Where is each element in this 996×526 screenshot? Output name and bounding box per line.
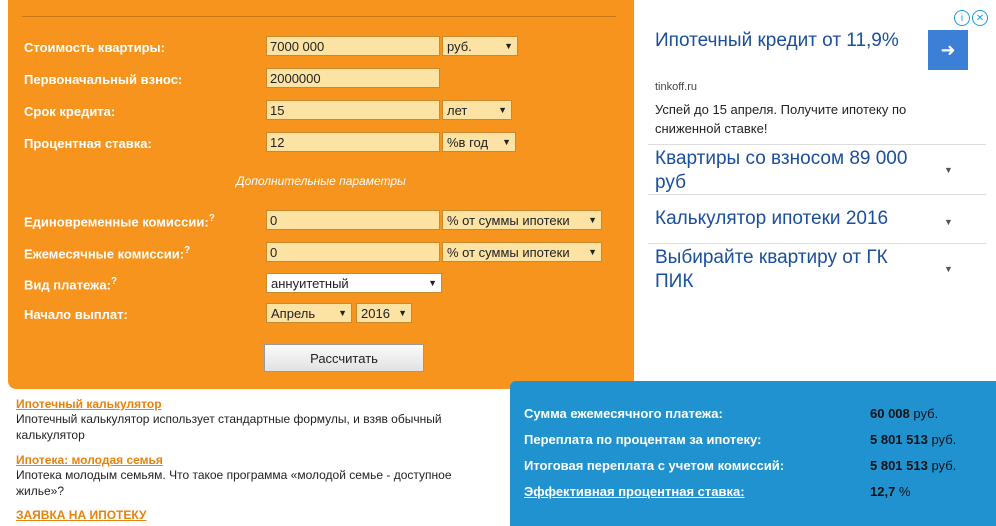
start-date-label: Начало выплат: <box>24 306 128 322</box>
result-monthly-label: Сумма ежемесячного платежа: <box>524 406 723 421</box>
help-icon[interactable]: ? <box>111 276 117 287</box>
result-overpay-label: Переплата по процентам за ипотеку: <box>524 432 762 447</box>
ad-description: Успей до 15 апреля. Получите ипотеку по … <box>655 102 907 136</box>
term-unit-select[interactable]: лет ▼ <box>442 100 512 120</box>
start-year-value: 2016 <box>361 305 390 321</box>
result-total-value: 5 801 513 руб. <box>870 458 956 473</box>
link-young-family[interactable]: Ипотека: молодая семья <box>16 453 486 467</box>
currency-select-value: руб. <box>447 38 472 54</box>
onetime-unit-value: % от суммы ипотеки <box>447 212 570 228</box>
term-input[interactable]: 15 <box>266 100 440 120</box>
currency-unit: руб. <box>931 432 957 447</box>
mortgage-calculator-panel: Стоимость квартиры: 7000 000 руб. ▼ Перв… <box>8 0 634 389</box>
link-mortgage-application[interactable]: ЗАЯВКА НА ИПОТЕКУ <box>16 508 486 522</box>
ad-domain[interactable]: tinkoff.ru <box>655 81 697 93</box>
chevron-down-icon[interactable]: ▼ <box>944 264 953 274</box>
chevron-down-icon: ▼ <box>428 278 437 288</box>
info-icon[interactable]: i <box>954 10 970 26</box>
result-effective-number: 12,7 <box>870 484 896 499</box>
chevron-down-icon: ▼ <box>588 247 597 257</box>
ad-item[interactable]: Калькулятор ипотеки 2016 ▼ <box>648 194 986 244</box>
result-effective-label[interactable]: Эффективная процентная ставка: <box>524 484 745 499</box>
payment-type-value: аннуитетный <box>271 275 349 291</box>
chevron-down-icon: ▼ <box>398 308 407 318</box>
link-young-family-text: Ипотека молодым семьям. Что такое програ… <box>16 468 452 498</box>
results-panel: Сумма ежемесячного платежа: 60 008 руб. … <box>510 381 996 526</box>
monthly-commission-input[interactable]: 0 <box>266 242 440 262</box>
help-icon[interactable]: ? <box>209 213 215 224</box>
ad-headline[interactable]: Ипотечный кредит от 11,9% <box>655 28 915 53</box>
currency-unit: руб. <box>931 458 957 473</box>
monthly-commission-text: Ежемесячные комиссии: <box>24 246 185 262</box>
payment-type-label: Вид платежа:? <box>24 276 264 292</box>
ad-item[interactable]: Квартиры со взносом 89 000 руб ▼ <box>648 144 986 195</box>
ad-choices[interactable]: i ✕ <box>954 10 988 26</box>
ad-item-title[interactable]: Выбирайте квартиру от ГК ПИК <box>655 246 925 294</box>
result-monthly-value: 60 008 руб. <box>870 406 938 421</box>
onetime-commission-text: Единовременные комиссии: <box>24 214 209 230</box>
price-input[interactable]: 7000 000 <box>266 36 440 56</box>
ad-item-title[interactable]: Квартиры со взносом 89 000 руб <box>655 147 925 195</box>
chevron-down-icon: ▼ <box>504 41 513 51</box>
currency-select[interactable]: руб. ▼ <box>442 36 518 56</box>
help-icon[interactable]: ? <box>184 245 190 256</box>
arrow-right-icon[interactable]: ➜ <box>928 30 968 70</box>
link-mortgage-calculator-text: Ипотечный калькулятор использует стандар… <box>16 412 442 442</box>
term-unit-value: лет <box>447 102 468 118</box>
start-month-value: Апрель <box>271 305 316 321</box>
link-mortgage-calculator[interactable]: Ипотечный калькулятор <box>16 397 486 411</box>
monthly-commission-label: Ежемесячные комиссии:? <box>24 245 264 261</box>
start-month-select[interactable]: Апрель ▼ <box>266 303 352 323</box>
close-icon[interactable]: ✕ <box>972 10 988 26</box>
downpayment-label: Первоначальный взнос: <box>24 71 183 87</box>
monthly-commission-select[interactable]: % от суммы ипотеки ▼ <box>442 242 602 262</box>
calculate-button[interactable]: Рассчитать <box>264 344 424 372</box>
divider <box>22 16 616 17</box>
rate-unit-select[interactable]: %в год ▼ <box>442 132 516 152</box>
onetime-commission-label: Единовременные комиссии:? <box>24 213 264 229</box>
price-label: Стоимость квартиры: <box>24 39 165 55</box>
rate-input[interactable]: 12 <box>266 132 440 152</box>
percent-unit: % <box>898 484 911 499</box>
payment-type-select[interactable]: аннуитетный ▼ <box>266 273 442 293</box>
rate-unit-value: %в год <box>447 134 489 150</box>
result-effective-value: 12,7 % <box>870 484 911 499</box>
result-overpay-number: 5 801 513 <box>870 432 928 447</box>
payment-type-text: Вид платежа: <box>24 277 111 293</box>
chevron-down-icon: ▼ <box>498 105 507 115</box>
ad-item-title[interactable]: Калькулятор ипотеки 2016 <box>655 207 925 231</box>
result-total-number: 5 801 513 <box>870 458 928 473</box>
monthly-unit-value: % от суммы ипотеки <box>447 244 570 260</box>
result-total-label: Итоговая переплата с учетом комиссий: <box>524 458 785 473</box>
chevron-down-icon: ▼ <box>338 308 347 318</box>
chevron-down-icon[interactable]: ▼ <box>944 217 953 227</box>
related-links: Ипотечный калькулятор Ипотечный калькуля… <box>16 397 486 522</box>
onetime-commission-select[interactable]: % от суммы ипотеки ▼ <box>442 210 602 230</box>
currency-unit: руб. <box>913 406 939 421</box>
result-monthly-number: 60 008 <box>870 406 910 421</box>
onetime-commission-input[interactable]: 0 <box>266 210 440 230</box>
rate-label: Процентная ставка: <box>24 135 152 151</box>
start-year-select[interactable]: 2016 ▼ <box>356 303 412 323</box>
result-overpay-value: 5 801 513 руб. <box>870 432 956 447</box>
ad-block: i ✕ Ипотечный кредит от 11,9% ➜ tinkoff.… <box>648 10 988 295</box>
ad-item[interactable]: Выбирайте квартиру от ГК ПИК ▼ <box>648 243 986 294</box>
downpayment-input[interactable]: 2000000 <box>266 68 440 88</box>
extra-params-toggle[interactable]: Дополнительные параметры <box>8 174 634 188</box>
chevron-down-icon[interactable]: ▼ <box>944 165 953 175</box>
chevron-down-icon: ▼ <box>502 137 511 147</box>
chevron-down-icon: ▼ <box>588 215 597 225</box>
term-label: Срок кредита: <box>24 103 116 119</box>
